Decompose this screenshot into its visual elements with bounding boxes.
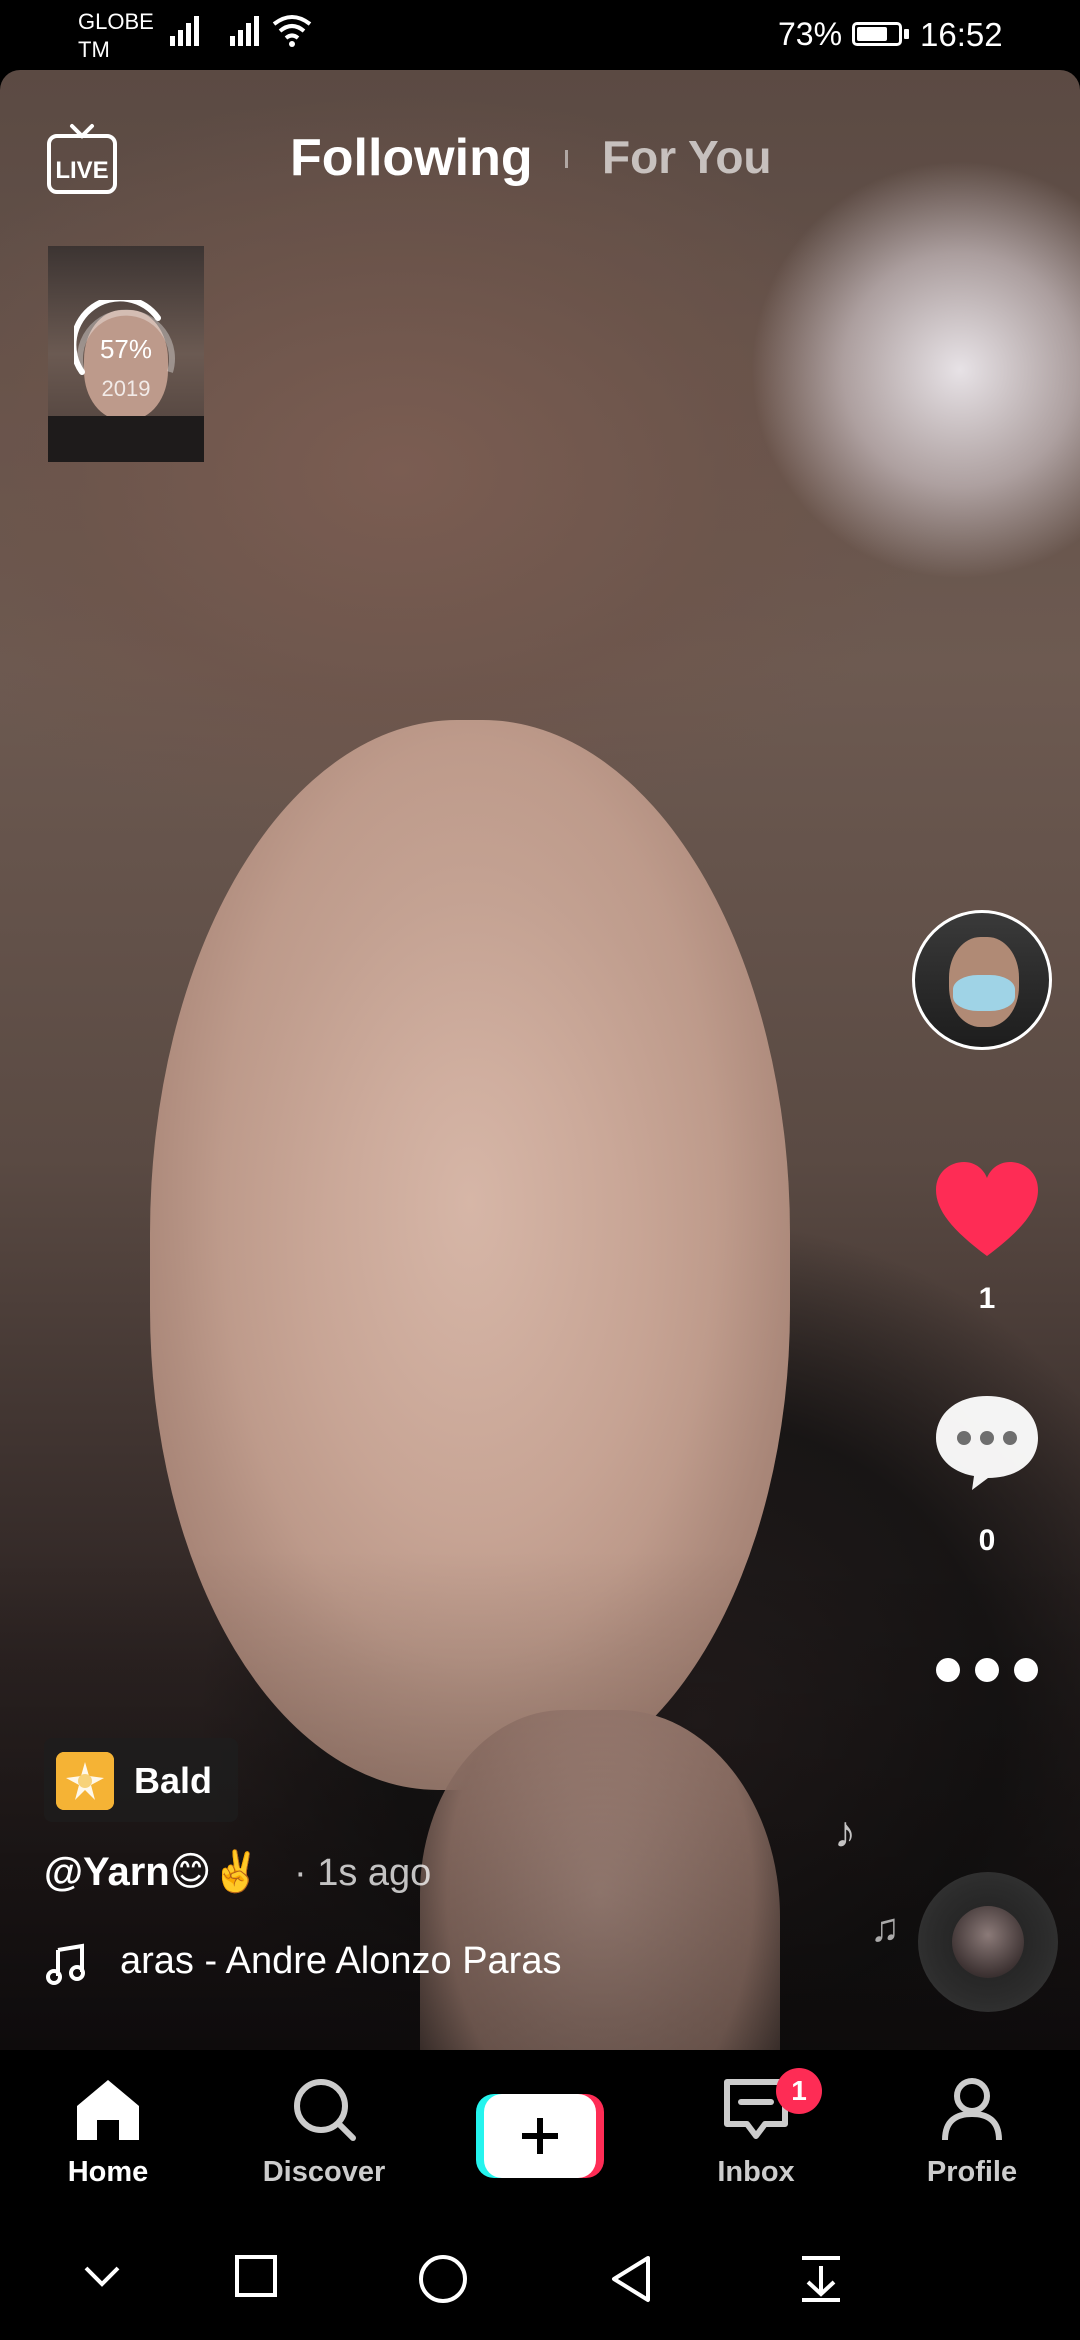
plus-icon bbox=[522, 2118, 558, 2154]
battery-icon bbox=[852, 22, 902, 46]
system-nav-bar bbox=[0, 2210, 1080, 2340]
tab-home[interactable]: Home bbox=[38, 2076, 178, 2196]
heart-icon[interactable] bbox=[932, 1160, 1042, 1260]
creator-avatar[interactable] bbox=[912, 910, 1052, 1050]
effect-label: Bald bbox=[134, 1760, 213, 1801]
bottom-tab-bar: Home Discover 1 Inbox Profile bbox=[0, 2050, 1080, 2210]
music-note-icon bbox=[46, 1943, 85, 1985]
effect-sparkle-icon bbox=[56, 1752, 114, 1810]
battery-percentage: 73% bbox=[778, 16, 843, 52]
floating-note-icon: ♪ bbox=[834, 1808, 856, 1857]
search-icon bbox=[294, 2079, 356, 2141]
signal-icon bbox=[170, 16, 199, 46]
like-count: 1 bbox=[978, 1282, 996, 1315]
tab-for-you[interactable]: For You bbox=[602, 130, 772, 184]
more-options-icon[interactable] bbox=[932, 1650, 1042, 1690]
tab-inbox[interactable]: 1 Inbox bbox=[686, 2068, 826, 2196]
year-label: 2019 bbox=[101, 376, 151, 401]
signal-icon-2 bbox=[230, 16, 259, 46]
home-icon bbox=[77, 2080, 139, 2140]
music-title[interactable]: aras - Andre Alonzo Paras bbox=[120, 1940, 590, 1983]
profile-icon bbox=[942, 2078, 1002, 2141]
tab-discover[interactable]: Discover bbox=[254, 2076, 394, 2196]
feed-tabs: Following For You bbox=[0, 128, 1080, 188]
progress-label: 57% bbox=[99, 334, 153, 364]
notification-shade-icon[interactable] bbox=[798, 2254, 844, 2302]
live-preview-thumbnail[interactable]: 57% 2019 bbox=[48, 246, 204, 462]
tab-divider bbox=[565, 150, 568, 168]
comment-icon[interactable] bbox=[932, 1392, 1042, 1492]
music-disc[interactable] bbox=[918, 1872, 1058, 2012]
carrier-label: GLOBE TM bbox=[78, 9, 154, 62]
home-circle-icon[interactable] bbox=[418, 2254, 468, 2304]
comment-count: 0 bbox=[978, 1524, 996, 1557]
create-button[interactable] bbox=[476, 2094, 604, 2178]
tab-following[interactable]: Following bbox=[290, 128, 533, 188]
recents-icon[interactable] bbox=[234, 2254, 278, 2298]
effect-tag[interactable]: Bald bbox=[44, 1738, 238, 1822]
floating-note-icon-2: ♫ bbox=[870, 1906, 900, 1950]
inbox-badge: 1 bbox=[776, 2068, 822, 2114]
chevron-down-icon[interactable] bbox=[80, 2254, 124, 2298]
clock: 16:52 bbox=[920, 16, 1003, 53]
tab-profile[interactable]: Profile bbox=[902, 2076, 1042, 2196]
status-bar: GLOBE TM 73% 16:52 bbox=[0, 0, 1080, 70]
back-icon[interactable] bbox=[608, 2254, 654, 2304]
post-time: · 1s ago bbox=[294, 1852, 432, 1894]
wifi-icon bbox=[272, 15, 312, 47]
username[interactable]: @Yarn😊✌️ bbox=[44, 1848, 261, 1895]
